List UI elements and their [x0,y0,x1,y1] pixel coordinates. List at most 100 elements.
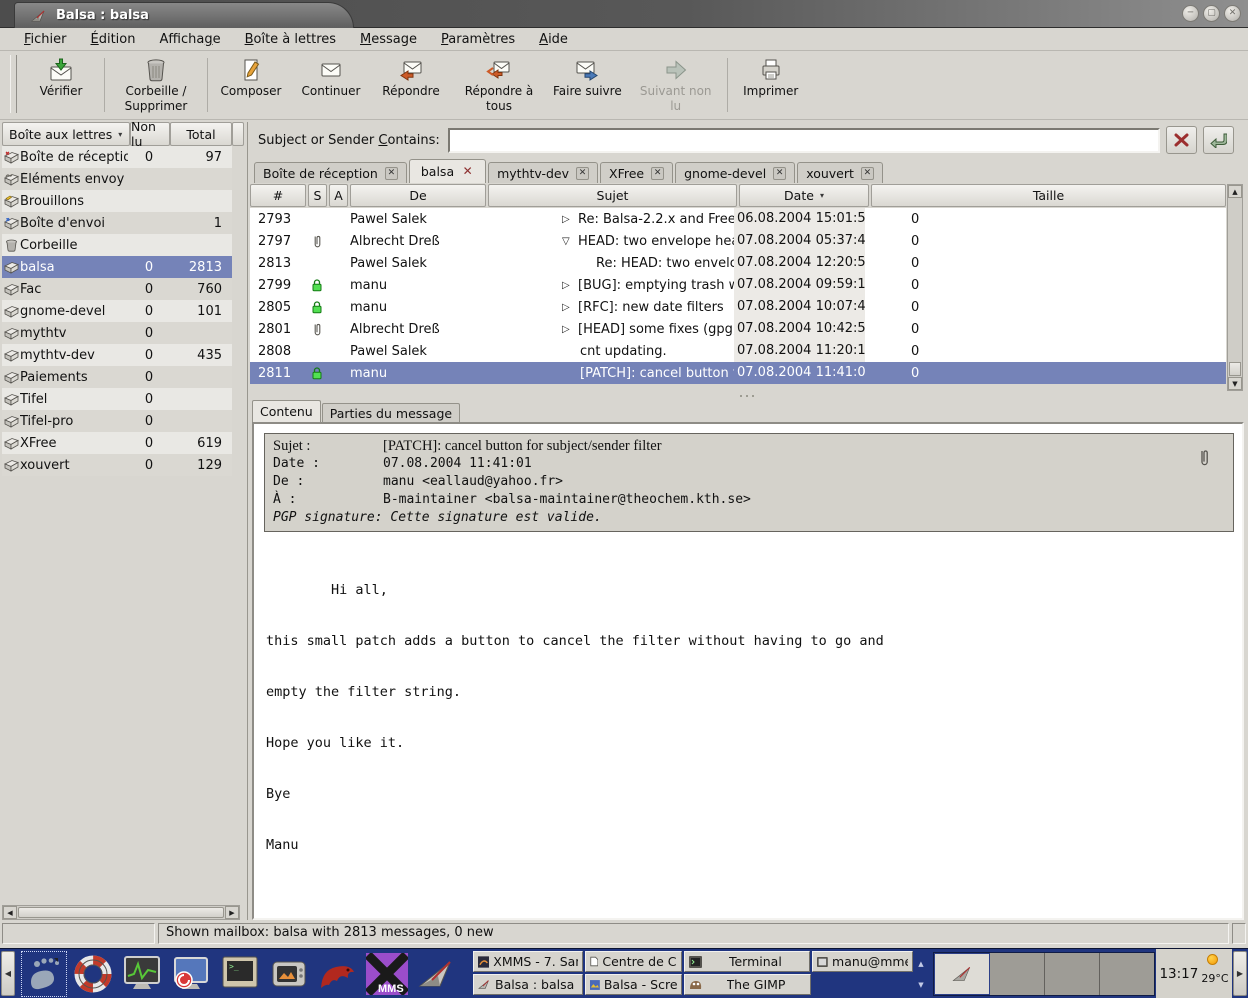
menu-edition[interactable]: Édition [79,30,148,49]
thread-expand-icon[interactable]: ▷ [562,302,578,313]
tab-balsa[interactable]: balsa✕ [409,159,486,183]
mailbox-row-xfree[interactable]: XFree 0 619 [2,432,232,454]
mailbox-row-mythtv-dev[interactable]: mythtv-dev 0 435 [2,344,232,366]
column-header-size[interactable]: Taille [871,184,1226,207]
attachment-paperclip-icon[interactable] [1198,448,1211,472]
message-row[interactable]: 2797 Albrecht Dreß ▽HEAD: two envelope h… [250,230,1226,252]
terminal-launcher[interactable]: >_ [218,952,262,996]
scroll-up-icon[interactable]: ▲ [1228,185,1242,198]
workspace-3[interactable] [1045,953,1100,995]
mailbox-row-xouvert[interactable]: xouvert 0 129 [2,454,232,476]
toolbar-handle[interactable] [10,55,17,113]
column-header-from[interactable]: De [350,184,486,207]
gnome-menu-launcher[interactable] [22,952,66,996]
message-row[interactable]: 2801 Albrecht Dreß ▷[HEAD] some fixes (g… [250,318,1226,340]
mailbox-row-mythtv[interactable]: mythtv 0 [2,322,232,344]
system-monitor-launcher[interactable] [120,952,164,996]
message-row-selected[interactable]: 2811 manu [PATCH]: cancel button for sub… [250,362,1226,384]
column-header-date[interactable]: Date▾ [739,184,869,207]
menu-fichier[interactable]: Fichier [12,30,79,49]
tab-gnome-devel[interactable]: gnome-devel✕ [675,162,795,183]
message-list-scrollbar[interactable]: ▲ ▼ [1227,184,1243,391]
panel-hide-left-button[interactable]: ◀ [1,951,15,996]
taskbar-window-xmms[interactable]: XMMS - 7. San [473,951,583,972]
clock-applet[interactable]: 13:17 29°C [1156,949,1232,998]
scroll-up-icon[interactable]: ▲ [918,960,923,968]
tab-close-icon[interactable]: ✕ [651,167,664,180]
scrollbar-thumb[interactable] [1229,362,1241,376]
mailbox-row-paiements[interactable]: Paiements 0 [2,366,232,388]
column-header-attachment[interactable]: A [329,184,348,207]
thread-expand-icon[interactable]: ▷ [562,280,578,291]
column-header-status[interactable]: S [308,184,327,207]
column-header-subject[interactable]: Sujet [488,184,737,207]
message-row[interactable]: 2813 Pawel Salek Re: HEAD: two envelope … [250,252,1226,274]
message-row[interactable]: 2799 manu ▷[BUG]: emptying trash will di… [250,274,1226,296]
tab-close-icon[interactable]: ✕ [861,167,874,180]
menu-aide[interactable]: Aide [527,30,580,49]
workspace-2[interactable] [990,953,1045,995]
message-row[interactable]: 2808 Pawel Salek cnt updating. 07.08.200… [250,340,1226,362]
tab-close-icon[interactable]: ✕ [385,167,398,180]
tab-xouvert[interactable]: xouvert✕ [797,162,883,183]
column-header-mailboxes[interactable]: Boîte aux lettres▾ [2,122,130,146]
screen-session-launcher[interactable] [169,952,213,996]
trash-delete-button[interactable]: Corbeille / Supprimer [108,55,204,114]
filter-input[interactable] [448,128,1160,153]
tab-boite-de-reception[interactable]: Boîte de réception✕ [254,162,407,183]
help-launcher[interactable] [71,952,115,996]
message-row[interactable]: 2793 Pawel Salek ▷Re: Balsa-2.2.x and Fr… [250,208,1226,230]
forward-button[interactable]: Faire suivre [547,55,628,99]
message-row[interactable]: 2805 manu ▷[RFC]: new date filters 07.08… [250,296,1226,318]
column-header-total[interactable]: Total [170,122,232,146]
mailbox-row-drafts[interactable]: Brouillons [2,190,232,212]
print-button[interactable]: Imprimer [731,55,811,99]
scrollbar-thumb[interactable] [18,907,224,918]
taskbar-window-terminal[interactable]: Terminal [684,951,811,972]
mailbox-row-outbox[interactable]: Boîte d'envoi 1 [2,212,232,234]
menu-message[interactable]: Message [348,30,429,49]
scroll-left-icon[interactable]: ◀ [3,906,17,919]
workspace-4[interactable] [1100,953,1154,995]
compose-button[interactable]: Composer [211,55,291,99]
window-title-tab[interactable]: Balsa : balsa [14,2,354,28]
tab-close-icon[interactable]: ✕ [461,165,474,178]
taskbar-window-balsa-screenshot[interactable]: Balsa - Screen [585,974,682,995]
tab-close-icon[interactable]: ✕ [576,167,589,180]
tab-close-icon[interactable]: ✕ [773,167,786,180]
thread-expand-icon[interactable]: ▷ [562,324,578,335]
scroll-down-icon[interactable]: ▼ [1228,377,1242,390]
sidebar-horizontal-scrollbar[interactable]: ◀ ▶ [2,905,240,920]
mailbox-row-inbox[interactable]: Boîte de réceptio 0 97 [2,146,232,168]
taskbar-window-gimp[interactable]: The GIMP [684,974,811,995]
mailbox-row-gnome-devel[interactable]: gnome-devel 0 101 [2,300,232,322]
mailbox-row-fac[interactable]: Fac 0 760 [2,278,232,300]
tab-parties-du-message[interactable]: Parties du message [322,403,460,422]
scroll-right-icon[interactable]: ▶ [225,906,239,919]
close-button[interactable]: ✕ [1224,5,1241,22]
window-list-scroller[interactable]: ▲ ▼ [916,953,926,995]
filter-clear-button[interactable] [1166,126,1197,154]
maximize-button[interactable]: ▢ [1203,5,1220,22]
window-titlebar[interactable]: Balsa : balsa ─ ▢ ✕ [0,0,1248,28]
panel-hide-right-button[interactable]: ▶ [1233,951,1247,996]
scroll-down-icon[interactable]: ▼ [918,981,923,989]
thread-expand-icon[interactable]: ▷ [562,214,578,225]
check-mail-button[interactable]: Vérifier [21,55,101,99]
balsa-launcher[interactable] [414,952,458,996]
mailbox-row-tifel-pro[interactable]: Tifel-pro 0 [2,410,232,432]
reply-all-button[interactable]: Répondre à tous [451,55,547,114]
taskbar-window-control-center[interactable]: Centre de Cont [585,951,682,972]
tab-xfree[interactable]: XFree✕ [600,162,673,183]
reply-button[interactable]: Répondre [371,55,451,99]
workspace-1[interactable] [934,953,990,995]
menu-affichage[interactable]: Affichage [147,30,232,49]
menu-parametres[interactable]: Paramètres [429,30,527,49]
mailbox-row-balsa[interactable]: balsa 0 2813 [2,256,232,278]
mailbox-row-trash[interactable]: Corbeille [2,234,232,256]
taskbar-window-balsa[interactable]: Balsa : balsa [473,974,583,995]
video-tv-launcher[interactable] [267,952,311,996]
thread-collapse-icon[interactable]: ▽ [562,236,578,247]
mailbox-row-sent[interactable]: Éléments envoy [2,168,232,190]
tab-mythtv-dev[interactable]: mythtv-dev✕ [488,162,598,183]
